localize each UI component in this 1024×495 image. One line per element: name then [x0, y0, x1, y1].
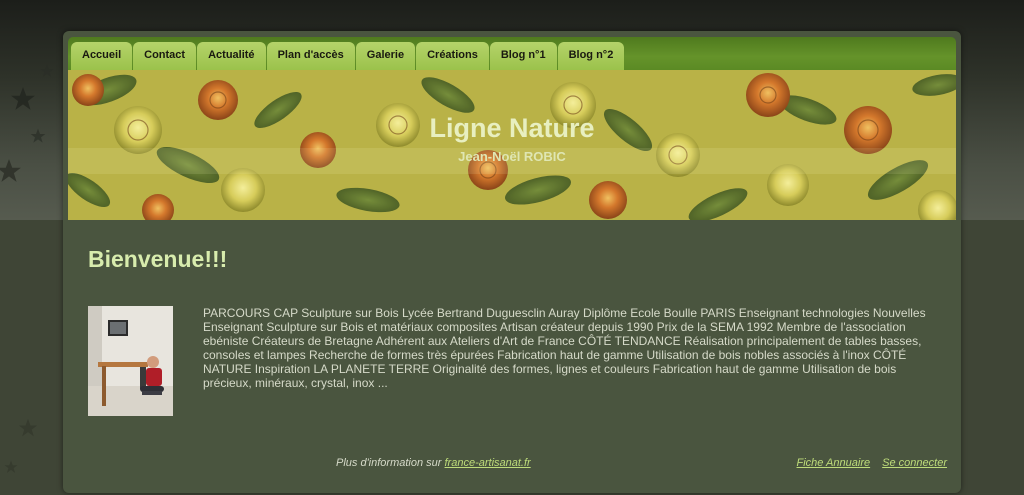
star-icon: [0, 158, 22, 184]
site-title: Ligne Nature: [429, 113, 595, 143]
nav-tab-blog-1[interactable]: Blog n°1: [489, 42, 557, 70]
nav-tab-galerie[interactable]: Galerie: [355, 42, 416, 70]
login-link[interactable]: Se connecter: [882, 457, 947, 469]
page-title: Bienvenue!!!: [88, 246, 228, 272]
site-subtitle: Jean-Noël ROBIC: [458, 149, 566, 164]
star-icon: [10, 86, 36, 112]
nav-tab-accueil[interactable]: Accueil: [71, 42, 133, 70]
star-icon: [4, 460, 18, 474]
header-banner: Ligne Nature Jean-Noël ROBIC: [68, 70, 956, 220]
nav-tabs: Accueil Contact Actualité Plan d'accès G…: [71, 42, 625, 70]
footer-info-prefix: Plus d'information sur: [336, 457, 442, 469]
footer-info: Plus d'information sur france-artisanat.…: [336, 457, 531, 469]
footer-links: Fiche Annuaire Se connecter: [788, 457, 947, 469]
star-icon: [30, 128, 46, 144]
france-artisanat-link[interactable]: france-artisanat.fr: [445, 457, 531, 469]
nav-tab-blog-2[interactable]: Blog n°2: [557, 42, 625, 70]
floral-pattern-image: [68, 70, 956, 220]
star-icon: [18, 418, 38, 438]
nav-tab-contact[interactable]: Contact: [133, 42, 197, 70]
artisan-photo: [88, 306, 173, 416]
nav-tab-creations[interactable]: Créations: [416, 42, 489, 70]
fiche-annuaire-link[interactable]: Fiche Annuaire: [797, 457, 871, 469]
main-navigation: Accueil Contact Actualité Plan d'accès G…: [68, 37, 956, 70]
nav-tab-plan-acces[interactable]: Plan d'accès: [266, 42, 355, 70]
nav-tab-actualite[interactable]: Actualité: [197, 42, 266, 70]
intro-description: PARCOURS CAP Sculpture sur Bois Lycée Be…: [203, 306, 926, 390]
star-icon: [40, 64, 54, 78]
